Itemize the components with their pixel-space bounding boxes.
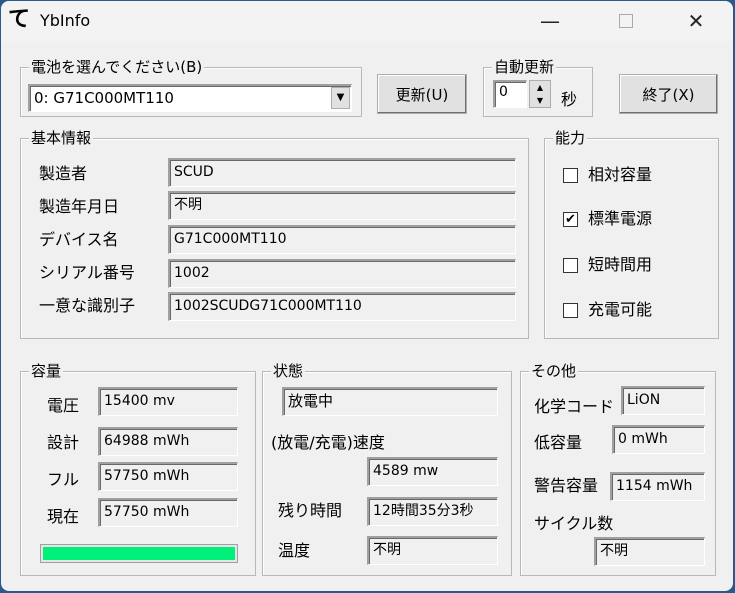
spin-up-icon[interactable]: ▲ xyxy=(530,81,550,94)
standard-power-checkbox[interactable]: ✔ xyxy=(563,212,578,227)
serial-number-label: シリアル番号 xyxy=(39,263,135,282)
check-icon: ✔ xyxy=(565,212,576,227)
auto-refresh-input[interactable]: 0 xyxy=(493,80,527,108)
state-field: 放電中 xyxy=(282,387,498,416)
capacity-label: 容量 xyxy=(29,361,64,381)
design-capacity-label: 設計 xyxy=(47,433,80,452)
unique-id-field: 1002SCUDG71C000MT110 xyxy=(168,292,516,321)
full-capacity-field: 57750 mWh xyxy=(98,462,238,491)
voltage-field: 15400 mv xyxy=(98,387,238,416)
status-label: 状態 xyxy=(271,361,306,381)
unique-id-label: 一意な識別子 xyxy=(39,296,136,315)
chevron-down-icon[interactable]: ▼ xyxy=(331,87,350,109)
charge-progress-bar xyxy=(40,544,238,563)
manufacture-date-label: 製造年月日 xyxy=(39,197,120,216)
chemistry-field: LiON xyxy=(621,386,705,415)
relative-capacity-label: 相対容量 xyxy=(588,165,653,184)
short-term-checkbox[interactable] xyxy=(563,258,578,273)
battery-combobox[interactable]: 0: G71C000MT110 ▼ xyxy=(28,84,352,112)
spin-down-icon[interactable]: ▼ xyxy=(530,94,550,107)
current-capacity-field: 57750 mWh xyxy=(98,498,238,527)
exit-button[interactable]: 終了(X) xyxy=(619,74,718,114)
manufacture-date-field: 不明 xyxy=(168,191,516,220)
design-capacity-field: 64988 mWh xyxy=(98,427,238,456)
rate-label: (放電/充電)速度 xyxy=(271,433,385,452)
battery-select-label: 電池を選んでください(B) xyxy=(29,57,205,77)
voltage-label: 電圧 xyxy=(47,396,80,415)
auto-refresh-group: 自動更新 0 ▲ ▼ 秒 xyxy=(483,57,593,117)
rate-field: 4589 mw xyxy=(367,457,498,486)
battery-select-group: 電池を選んでください(B) 0: G71C000MT110 ▼ xyxy=(20,57,362,117)
capabilities-group: 能力 相対容量 ✔ 標準電源 短時間用 充電可能 xyxy=(544,128,719,339)
standard-power-label: 標準電源 xyxy=(588,209,653,228)
short-term-label: 短時間用 xyxy=(588,255,653,274)
warning-capacity-label: 警告容量 xyxy=(534,476,599,495)
capacity-group: 容量 電圧 15400 mv 設計 64988 mWh フル 57750 mWh… xyxy=(20,361,256,576)
remaining-time-field: 12時間35分3秒 xyxy=(367,497,498,526)
serial-number-field: 1002 xyxy=(168,259,516,288)
low-capacity-field: 0 mWh xyxy=(612,425,705,454)
battery-combobox-value: 0: G71C000MT110 xyxy=(34,89,174,107)
cycle-count-field: 不明 xyxy=(594,537,705,566)
charge-progress-fill xyxy=(43,547,235,560)
auto-refresh-spinner[interactable]: ▲ ▼ xyxy=(529,80,551,108)
relative-capacity-checkbox[interactable] xyxy=(563,168,578,183)
device-name-field: G71C000MT110 xyxy=(168,225,516,254)
rechargeable-label: 充電可能 xyxy=(588,300,653,319)
device-name-label: デバイス名 xyxy=(39,230,119,249)
auto-refresh-label: 自動更新 xyxy=(492,57,557,77)
close-button[interactable]: ✕ xyxy=(673,1,719,41)
window: て YbInfo — ✕ 電池を選んでください(B) 0: G71C000MT1… xyxy=(1,1,733,591)
chemistry-label: 化学コード xyxy=(534,397,615,416)
current-capacity-label: 現在 xyxy=(47,507,80,526)
maximize-button[interactable] xyxy=(603,1,649,41)
cycle-count-label: サイクル数 xyxy=(534,514,614,533)
app-icon: て xyxy=(8,7,31,32)
manufacturer-label: 製造者 xyxy=(39,164,88,183)
status-group: 状態 放電中 (放電/充電)速度 4589 mw 残り時間 12時間35分3秒 … xyxy=(262,361,512,576)
title-bar: て YbInfo — ✕ xyxy=(1,1,733,41)
refresh-button[interactable]: 更新(U) xyxy=(377,74,467,114)
minimize-button[interactable]: — xyxy=(527,1,573,41)
manufacturer-field: SCUD xyxy=(168,158,516,187)
warning-capacity-field: 1154 mWh xyxy=(610,472,705,501)
full-capacity-label: フル xyxy=(47,470,80,489)
low-capacity-label: 低容量 xyxy=(534,433,583,452)
temperature-field: 不明 xyxy=(367,536,498,565)
remaining-time-label: 残り時間 xyxy=(278,501,343,520)
basic-info-group: 基本情報 製造者 SCUD 製造年月日 不明 デバイス名 G71C000MT11… xyxy=(20,128,529,339)
other-label: その他 xyxy=(529,361,579,381)
rechargeable-checkbox[interactable] xyxy=(563,303,578,318)
other-group: その他 化学コード LiON 低容量 0 mWh 警告容量 1154 mWh サ… xyxy=(520,361,716,576)
auto-refresh-unit: 秒 xyxy=(561,90,578,109)
temperature-label: 温度 xyxy=(278,541,311,560)
capabilities-label: 能力 xyxy=(553,128,588,148)
window-title: YbInfo xyxy=(40,11,91,30)
basic-info-label: 基本情報 xyxy=(29,128,94,148)
maximize-icon xyxy=(619,14,633,28)
